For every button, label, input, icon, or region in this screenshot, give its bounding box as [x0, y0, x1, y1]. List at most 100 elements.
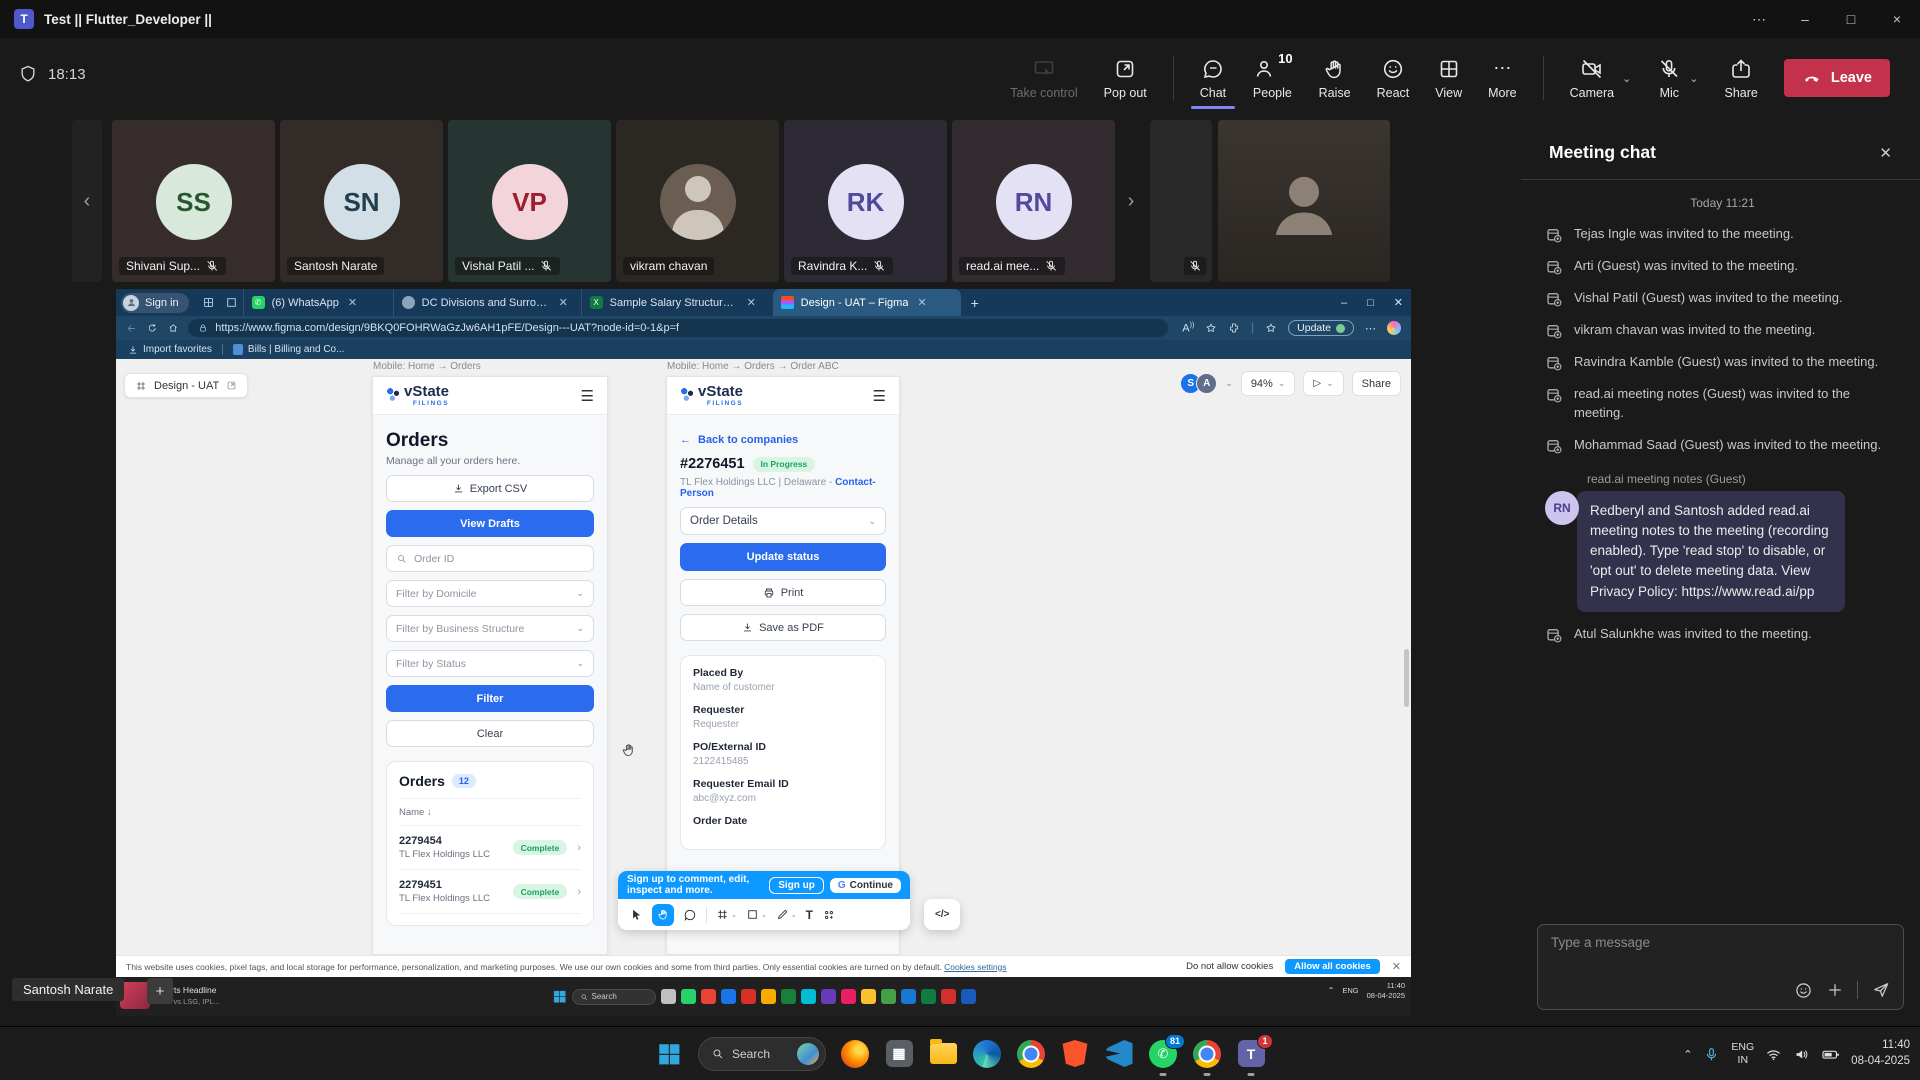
app-icon[interactable]: [661, 989, 676, 1004]
collaborator-avatar[interactable]: A: [1196, 373, 1217, 394]
resources-tool-icon[interactable]: [822, 908, 836, 922]
url-field[interactable]: https://www.figma.com/design/9BKQ0FOHRWa…: [188, 319, 1168, 337]
firefox-icon[interactable]: [840, 1039, 870, 1069]
app-icon[interactable]: [761, 989, 776, 1004]
participant-tile[interactable]: RN read.ai mee...: [952, 120, 1115, 282]
copilot-icon[interactable]: [1387, 321, 1401, 335]
sign-up-button[interactable]: Sign up: [769, 877, 824, 894]
browser-maximize-button[interactable]: □: [1367, 297, 1374, 309]
chrome-profile-icon[interactable]: [1192, 1039, 1222, 1069]
maximize-button[interactable]: □: [1828, 0, 1874, 38]
participant-tile[interactable]: RK Ravindra K...: [784, 120, 947, 282]
pen-tool-icon[interactable]: ⌄: [776, 908, 797, 921]
app-icon[interactable]: [961, 989, 976, 1004]
app-icon[interactable]: [941, 989, 956, 1004]
figma-share-button[interactable]: Share: [1352, 371, 1401, 396]
language-indicator[interactable]: ENG IN: [1731, 1041, 1754, 1067]
chat-message-input[interactable]: Type a message: [1537, 924, 1904, 1010]
send-icon[interactable]: [1871, 980, 1891, 1000]
order-detail-mockup-frame[interactable]: vState FILINGS ☰ ←Back to companies #227…: [666, 376, 900, 955]
tab-close-icon[interactable]: ✕: [348, 296, 357, 309]
app-icon[interactable]: [901, 989, 916, 1004]
mic-button[interactable]: Mic: [1657, 57, 1681, 100]
app-icon[interactable]: [821, 989, 836, 1004]
figma-file-chip[interactable]: Design - UAT: [124, 373, 248, 398]
browser-menu-icon[interactable]: ⋯: [1365, 322, 1376, 335]
allow-cookies-button[interactable]: Allow all cookies: [1285, 959, 1380, 974]
tray-expand-chevron-icon[interactable]: ⌃: [1683, 1048, 1692, 1061]
participant-tile[interactable]: SN Santosh Narate: [280, 120, 443, 282]
app-icon[interactable]: [801, 989, 816, 1004]
continue-with-google-button[interactable]: G Continue: [830, 878, 901, 893]
teams-icon[interactable]: T 1: [1236, 1039, 1266, 1069]
participant-tile[interactable]: SS Shivani Sup...: [112, 120, 275, 282]
app-icon[interactable]: [741, 989, 756, 1004]
browser-tab[interactable]: ✆ (6) WhatsApp✕: [243, 289, 393, 316]
view-button[interactable]: View: [1435, 57, 1462, 100]
start-icon[interactable]: [552, 989, 567, 1004]
orders-mockup-frame[interactable]: vState FILINGS ☰ Orders Manage all your …: [372, 376, 608, 955]
wifi-icon[interactable]: [1765, 1046, 1782, 1063]
volume-icon[interactable]: [1793, 1046, 1810, 1063]
leave-button[interactable]: Leave: [1784, 59, 1890, 97]
canvas-scrollbar[interactable]: [1404, 649, 1409, 707]
comment-tool-icon[interactable]: [683, 908, 697, 922]
battery-icon[interactable]: [1821, 1045, 1840, 1064]
tray-chevron-icon[interactable]: ⌃: [1328, 986, 1335, 995]
app-icon[interactable]: [881, 989, 896, 1004]
import-favorites-button[interactable]: Import favorites: [128, 344, 212, 355]
brave-icon[interactable]: [1060, 1039, 1090, 1069]
duplicate-icon[interactable]: [226, 380, 237, 391]
frame-label[interactable]: Mobile: Home → Orders → Order ABC: [667, 361, 839, 372]
collaborators-chevron-icon[interactable]: ⌄: [1225, 378, 1233, 389]
new-tab-button[interactable]: +: [971, 295, 979, 311]
app-icon[interactable]: [681, 989, 696, 1004]
tab-close-icon[interactable]: ✕: [559, 296, 568, 309]
more-button[interactable]: ⋯ More: [1488, 57, 1516, 100]
app-icon[interactable]: [861, 989, 876, 1004]
extensions-icon[interactable]: [1228, 322, 1240, 334]
tab-close-icon[interactable]: ✕: [917, 296, 926, 309]
browser-update-button[interactable]: Update: [1288, 320, 1354, 336]
tab-actions-icon[interactable]: [202, 296, 215, 309]
participant-tile[interactable]: VP Vishal Patil ...: [448, 120, 611, 282]
shape-tool-icon[interactable]: ⌄: [746, 908, 767, 921]
browser-close-button[interactable]: ✕: [1394, 296, 1403, 309]
edge-icon[interactable]: [972, 1039, 1002, 1069]
shared-search-box[interactable]: Search: [572, 989, 656, 1005]
home-icon[interactable]: [168, 322, 178, 334]
frame-tool-icon[interactable]: ⌄: [716, 908, 737, 921]
cookie-close-icon[interactable]: ✕: [1392, 960, 1401, 973]
participant-tile-partial[interactable]: [1150, 120, 1212, 282]
file-explorer-icon[interactable]: [928, 1039, 958, 1069]
app-icon[interactable]: [721, 989, 736, 1004]
browser-profile-button[interactable]: Sign in: [121, 293, 189, 313]
share-button[interactable]: Share: [1725, 57, 1758, 100]
present-button[interactable]: ▷⌄: [1303, 371, 1343, 396]
tiles-scroll-left-button[interactable]: ‹: [72, 120, 102, 282]
close-button[interactable]: ×: [1874, 0, 1920, 38]
browser-tab[interactable]: DC Divisions and Surroundings✕: [393, 289, 581, 316]
favorite-star-icon[interactable]: [1205, 322, 1217, 334]
people-button[interactable]: 10 People: [1252, 57, 1292, 100]
spotlight-video-tile[interactable]: [1218, 120, 1390, 282]
app-icon[interactable]: [781, 989, 796, 1004]
hand-tool-icon[interactable]: [652, 904, 674, 926]
expand-controls-button[interactable]: +: [147, 978, 173, 1004]
dev-mode-toggle[interactable]: </>: [924, 899, 960, 930]
emoji-icon[interactable]: [1794, 981, 1813, 1000]
app-icon[interactable]: [921, 989, 936, 1004]
browser-tab[interactable]: X Sample Salary Structure with calc✕: [581, 289, 773, 316]
start-button[interactable]: [654, 1039, 684, 1069]
browser-tab-active[interactable]: Design - UAT – Figma✕: [773, 289, 961, 316]
refresh-icon[interactable]: [147, 322, 157, 334]
camera-options-chevron-icon[interactable]: ⌄: [1622, 72, 1631, 85]
file-manager-icon[interactable]: ▦: [884, 1039, 914, 1069]
raise-hand-button[interactable]: Raise: [1319, 57, 1351, 100]
attach-plus-icon[interactable]: [1826, 981, 1844, 999]
text-tool-icon[interactable]: T: [806, 908, 813, 922]
app-icon[interactable]: [701, 989, 716, 1004]
mic-options-chevron-icon[interactable]: ⌄: [1689, 72, 1698, 85]
pop-out-button[interactable]: Pop out: [1104, 57, 1147, 100]
clock[interactable]: 11:40 08-04-2025: [1851, 1038, 1910, 1069]
